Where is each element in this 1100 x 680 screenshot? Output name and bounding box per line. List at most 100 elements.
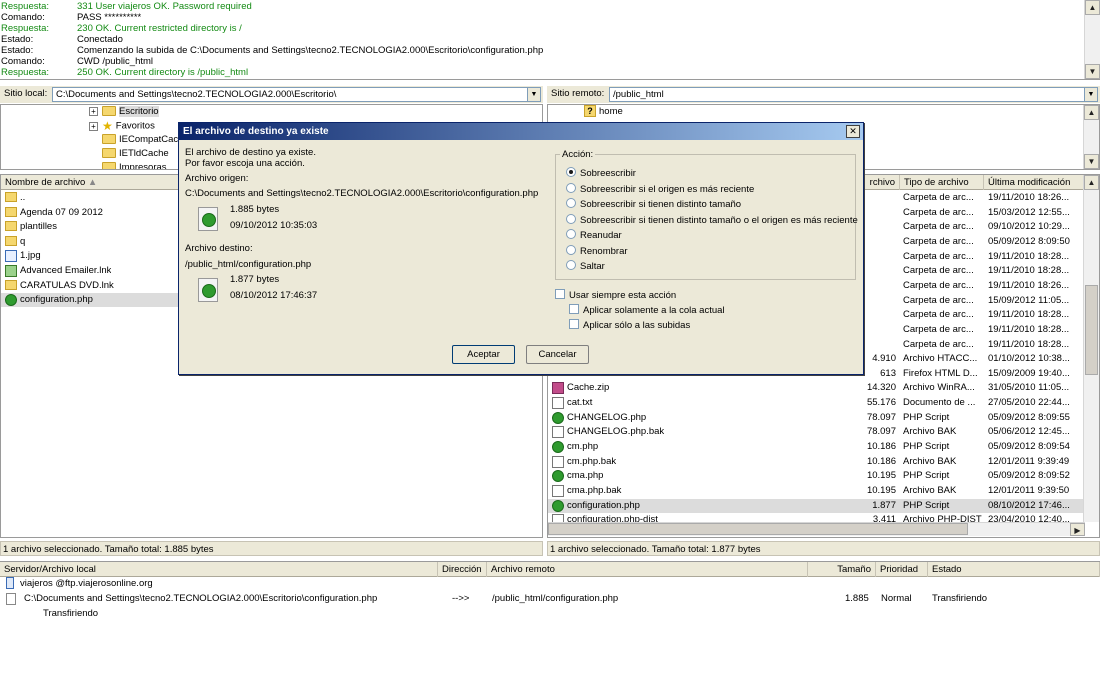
chevron-down-icon[interactable]: ▼ <box>527 88 540 101</box>
log-message: Comenzando la subida de C:\Documents and… <box>77 45 544 56</box>
action-radio-6[interactable]: Saltar <box>566 260 605 273</box>
tree-node-ietldcache[interactable]: IETldCache <box>102 147 169 161</box>
always-use-checkbox[interactable]: Usar siempre esta acción <box>555 289 676 302</box>
scroll-up-icon[interactable]: ▲ <box>1084 105 1099 120</box>
remote-file-type: Carpeta de arc... <box>903 294 974 306</box>
queue-server-row[interactable]: viajeros @ftp.viajerosonline.org <box>6 577 153 591</box>
remote-file-date: 15/03/2012 12:55... <box>988 206 1070 218</box>
checkbox-label: Aplicar solamente a la cola actual <box>583 305 725 316</box>
remote-file-date: 19/11/2010 18:28... <box>988 338 1070 350</box>
dialog-title-bar[interactable]: El archivo de destino ya existe <box>179 123 863 140</box>
checkbox-box[interactable] <box>569 319 579 330</box>
remote-file-row[interactable]: cat.txt 55.176 Documento de ... 27/05/2010 … <box>548 396 1085 410</box>
php-file-icon <box>198 278 218 302</box>
remote-list-scrollbar[interactable]: ▲ <box>1083 175 1099 522</box>
column-modified[interactable]: Última modificación <box>984 175 1084 190</box>
scroll-down-icon[interactable]: ▼ <box>1085 64 1100 79</box>
column-label: Estado <box>932 564 962 575</box>
local-path-input[interactable]: C:\Documents and Settings\tecno2.TECNOLO… <box>52 87 541 102</box>
remote-path-input[interactable]: /public_html ▼ <box>609 87 1098 102</box>
remote-file-name: cm.php <box>567 441 599 453</box>
column-direction[interactable]: Dirección <box>438 562 487 577</box>
folder-icon <box>102 134 116 145</box>
radio-button[interactable] <box>566 213 576 224</box>
radio-button[interactable] <box>566 244 576 255</box>
scroll-up-icon[interactable]: ▲ <box>1084 175 1099 190</box>
queue-file-row[interactable]: C:\Documents and Settings\tecno2.TECNOLO… <box>0 592 1100 606</box>
scroll-down-icon[interactable]: ▼ <box>1084 154 1099 169</box>
remote-file-date: 19/11/2010 18:28... <box>988 323 1070 335</box>
column-size[interactable]: Tamaño <box>808 562 876 577</box>
remote-file-row[interactable]: cm.php 10.186 PHP Script 05/09/2012 8:09:54 <box>548 440 1085 454</box>
checkbox-label: Aplicar sólo a las subidas <box>583 320 691 331</box>
tree-node-favoritos[interactable]: + ★ Favoritos <box>89 119 155 133</box>
column-label: Servidor/Archivo local <box>4 564 96 575</box>
remote-file-row[interactable]: cma.php 10.195 PHP Script 05/09/2012 8:09:5… <box>548 469 1085 483</box>
remote-hscrollbar[interactable]: ▶ <box>548 522 1085 536</box>
hscroll-thumb[interactable] <box>548 523 968 535</box>
doc-icon <box>552 455 564 468</box>
remote-file-row[interactable]: cm.php.bak 10.186 Archivo BAK 12/01/2011 9:… <box>548 455 1085 469</box>
ok-button[interactable]: Aceptar <box>452 345 515 364</box>
local-file-name: 1.jpg <box>20 250 41 262</box>
action-radio-0[interactable]: Sobreescribir <box>566 167 636 180</box>
tree-node-escritorio[interactable]: + Escritorio <box>89 105 159 119</box>
transfer-queue[interactable]: Servidor/Archivo local Dirección Archivo… <box>0 561 1100 680</box>
queue-local-file: C:\Documents and Settings\tecno2.TECNOLO… <box>24 593 378 604</box>
radio-button[interactable] <box>566 167 576 178</box>
remote-file-type: Archivo BAK <box>903 455 957 467</box>
action-radio-5[interactable]: Renombrar <box>566 244 628 258</box>
tree-node-iecompatcache[interactable]: IECompatCach <box>102 133 183 147</box>
column-remote-file[interactable]: Archivo remoto <box>487 562 808 577</box>
column-server-local[interactable]: Servidor/Archivo local <box>0 562 438 577</box>
remote-file-row[interactable]: cma.php.bak 10.195 Archivo BAK 12/01/2011 9… <box>548 484 1085 498</box>
radio-button[interactable] <box>566 182 576 193</box>
tree-node-impresoras[interactable]: Impresoras <box>102 161 167 169</box>
checkbox-box[interactable] <box>555 289 565 300</box>
expand-icon[interactable]: + <box>89 121 98 131</box>
radio-button[interactable] <box>566 260 576 271</box>
action-radio-3[interactable]: Sobreescribir si tienen distinto tamaño … <box>566 213 858 227</box>
uploads-only-checkbox[interactable]: Aplicar sólo a las subidas <box>569 319 690 332</box>
folder-icon <box>5 192 17 202</box>
scroll-thumb[interactable] <box>1085 285 1098 375</box>
lnk-icon <box>5 265 17 277</box>
remote-file-date: 05/09/2012 8:09:50 <box>988 235 1070 247</box>
column-priority[interactable]: Prioridad <box>876 562 928 577</box>
action-radio-2[interactable]: Sobreescribir si tienen distinto tamaño <box>566 198 741 211</box>
radio-button[interactable] <box>566 198 576 209</box>
remote-tree-scrollbar[interactable]: ▲ ▼ <box>1083 105 1099 169</box>
scroll-right-icon[interactable]: ▶ <box>1070 523 1085 536</box>
cancel-button[interactable]: Cancelar <box>526 345 589 364</box>
radio-button[interactable] <box>566 229 576 240</box>
log-key: Respuesta: <box>1 67 50 78</box>
queue-only-checkbox[interactable]: Aplicar solamente a la cola actual <box>569 304 725 317</box>
remote-file-row[interactable]: CHANGELOG.php 78.097 PHP Script 05/09/2012 … <box>548 411 1085 425</box>
chevron-down-icon[interactable]: ▼ <box>1084 88 1097 101</box>
remote-file-row[interactable]: configuration.php 1.877 PHP Script 08/10/20… <box>548 498 1085 513</box>
column-state[interactable]: Estado <box>928 562 1100 577</box>
remote-file-size: 10.195 <box>866 470 896 482</box>
log-scrollbar[interactable]: ▲ ▼ <box>1084 0 1100 79</box>
scroll-up-icon[interactable]: ▲ <box>1085 0 1100 15</box>
folder-icon <box>102 148 116 159</box>
expand-icon[interactable]: + <box>89 106 98 116</box>
action-radio-4[interactable]: Reanudar <box>566 229 622 242</box>
log-key: Estado: <box>1 34 34 45</box>
remote-file-row[interactable]: Cache.zip 14.320 Archivo WinRA... 31/05/201… <box>548 381 1085 395</box>
remote-path-text: /public_html <box>613 89 664 100</box>
column-type[interactable]: Tipo de archivo <box>900 175 984 190</box>
checkbox-box[interactable] <box>569 304 579 315</box>
file-exists-dialog: El archivo de destino ya existe ✕ El arc… <box>178 122 864 375</box>
tree-node-home[interactable]: ? home <box>584 105 623 119</box>
action-radio-1[interactable]: Sobreescribir si el origen es más recien… <box>566 182 754 196</box>
remote-file-name: configuration.php <box>567 499 640 511</box>
folder-icon <box>102 106 116 117</box>
tree-node-label: home <box>599 106 623 117</box>
remote-file-date: 19/11/2010 18:26... <box>988 279 1070 291</box>
close-icon[interactable]: ✕ <box>846 125 860 138</box>
message-log[interactable]: Respuesta: 331 User viajeros OK. Password… <box>0 0 1100 80</box>
remote-file-date: 27/05/2010 22:44... <box>988 397 1070 409</box>
remote-file-row[interactable]: CHANGELOG.php.bak 78.097 Archivo BAK 05/06/… <box>548 425 1085 439</box>
column-size[interactable]: rchivo <box>860 175 900 190</box>
